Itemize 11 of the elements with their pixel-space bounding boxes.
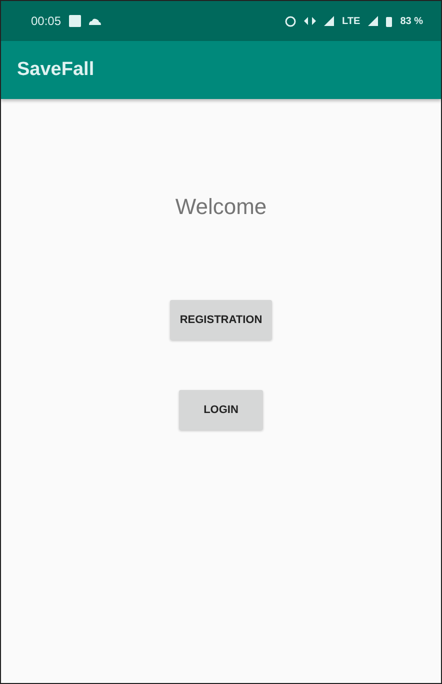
- app-title: SaveFall: [17, 59, 94, 81]
- signal-icon: [324, 16, 334, 26]
- welcome-heading: Welcome: [175, 194, 267, 220]
- cloud-icon: [89, 18, 102, 24]
- signal-icon: [368, 16, 378, 26]
- battery-icon: [386, 16, 392, 26]
- network-type: LTE: [342, 16, 360, 26]
- login-button[interactable]: LOGIN: [179, 390, 263, 430]
- status-time: 00:05: [31, 14, 62, 28]
- battery-level: 83 %: [400, 16, 423, 26]
- registration-button[interactable]: REGISTRATION: [170, 300, 272, 340]
